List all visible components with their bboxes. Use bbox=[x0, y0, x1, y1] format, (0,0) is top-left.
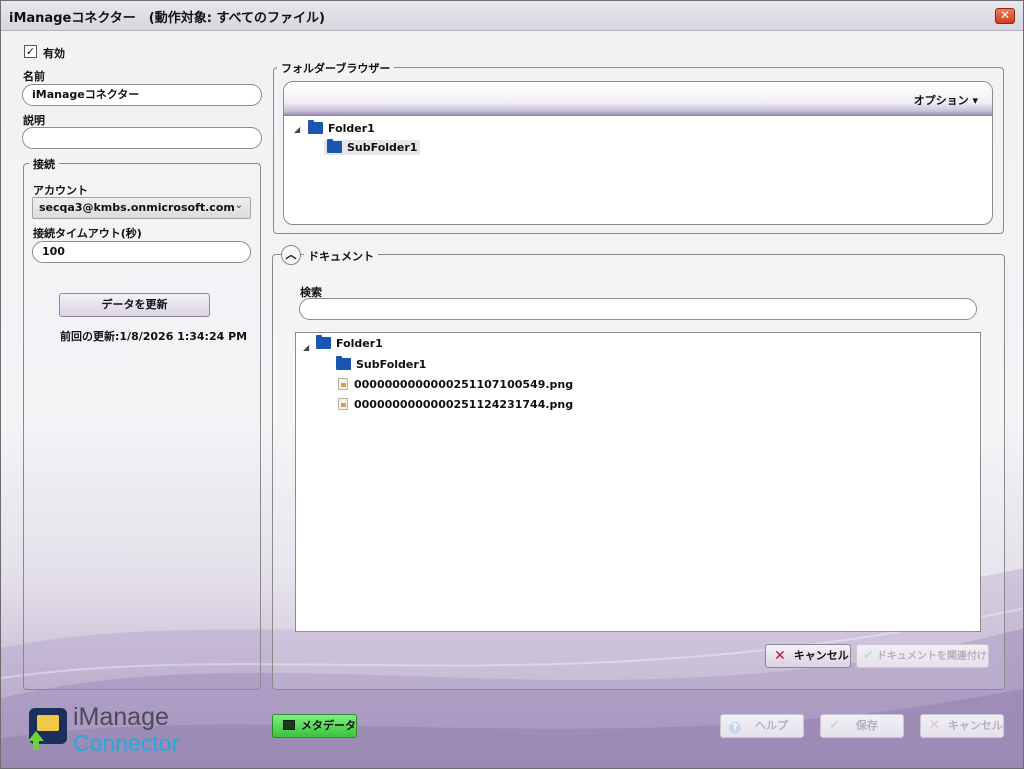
title-bar: iManageコネクター (動作対象: すべてのファイル) ✕ bbox=[1, 1, 1023, 31]
link-document-label: ドキュメントを関連付け bbox=[876, 651, 987, 662]
name-label: 名前 bbox=[23, 70, 45, 83]
connection-group-title: 接続 bbox=[29, 156, 59, 172]
document-tree-panel: ◢ Folder1 SubFolder1 0000000000000251107… bbox=[295, 332, 981, 632]
metadata-icon bbox=[283, 720, 295, 730]
metadata-label: メタデータ bbox=[301, 719, 356, 732]
timeout-input[interactable]: 100 bbox=[32, 241, 251, 263]
metadata-button[interactable]: メタデータ bbox=[272, 714, 357, 738]
window-title: iManageコネクター (動作対象: すべてのファイル) bbox=[9, 11, 325, 26]
document-tree-folder[interactable]: SubFolder1 bbox=[336, 356, 427, 371]
documents-cancel-button[interactable]: ✕ キャンセル bbox=[765, 644, 851, 668]
close-button[interactable]: ✕ bbox=[995, 8, 1015, 24]
link-document-button[interactable]: ✔ ドキュメントを関連付け bbox=[856, 644, 989, 668]
folder-icon bbox=[316, 335, 331, 349]
chevron-down-icon: ⌄ bbox=[234, 200, 243, 211]
enabled-label: 有効 bbox=[43, 47, 65, 60]
folder-label: SubFolder1 bbox=[356, 358, 427, 371]
check-icon: ✔ bbox=[829, 718, 840, 733]
expand-folder1-icon[interactable]: ◢ bbox=[294, 125, 300, 134]
document-tree-file[interactable]: 0000000000000251124231744.png bbox=[338, 398, 573, 411]
search-input[interactable] bbox=[299, 298, 977, 320]
name-input[interactable]: iManageコネクター bbox=[22, 84, 262, 106]
documents-title: ドキュメント bbox=[304, 248, 378, 264]
description-label: 説明 bbox=[23, 114, 45, 127]
folder-tree-item-selected[interactable]: SubFolder1 bbox=[324, 139, 421, 155]
folder-icon bbox=[327, 139, 342, 153]
check-icon: ✔ bbox=[863, 648, 874, 663]
help-label: ヘルプ bbox=[755, 719, 788, 732]
help-button[interactable]: ? ヘルプ bbox=[720, 714, 804, 738]
cancel-x-icon: ✕ bbox=[774, 648, 786, 664]
document-tree-file[interactable]: 0000000000000251107100549.png bbox=[338, 378, 573, 391]
description-input[interactable] bbox=[22, 127, 262, 149]
folder-browser-panel: オプション ▾ ◢ Folder1 SubFolder1 bbox=[283, 81, 993, 225]
folder-browser-toolbar: オプション ▾ bbox=[284, 82, 992, 116]
folder-icon bbox=[308, 120, 323, 134]
documents-cancel-label: キャンセル bbox=[793, 649, 849, 662]
connector-window: iManageコネクター (動作対象: すべてのファイル) ✕ ✓ 有効 名前 … bbox=[0, 0, 1024, 769]
collapse-documents-icon[interactable]: ︿ bbox=[281, 245, 301, 265]
folder-label: SubFolder1 bbox=[347, 141, 418, 154]
folder-browser-title: フォルダーブラウザー bbox=[277, 60, 395, 76]
account-select[interactable]: secqa3@kmbs.onmicrosoft.com ⌄ bbox=[32, 197, 251, 219]
refresh-data-button[interactable]: データを更新 bbox=[59, 293, 210, 317]
folder-label: Folder1 bbox=[336, 337, 383, 350]
logo-text-connector: Connector bbox=[73, 730, 180, 756]
footer-cancel-button[interactable]: ✕ キャンセル bbox=[920, 714, 1004, 738]
expand-folder1-icon[interactable]: ◢ bbox=[303, 343, 309, 352]
document-tree-folder[interactable]: Folder1 bbox=[316, 335, 383, 350]
png-file-icon bbox=[338, 398, 348, 410]
help-icon: ? bbox=[729, 722, 741, 734]
options-menu[interactable]: オプション ▾ bbox=[914, 92, 978, 108]
file-label: 0000000000000251124231744.png bbox=[354, 398, 574, 411]
account-value: secqa3@kmbs.onmicrosoft.com bbox=[39, 201, 235, 214]
enabled-checkbox[interactable]: ✓ bbox=[24, 45, 37, 58]
logo-text-imanage: iManage bbox=[73, 703, 169, 731]
file-label: 0000000000000251107100549.png bbox=[354, 378, 574, 391]
account-label: アカウント bbox=[33, 184, 88, 197]
save-label: 保存 bbox=[855, 719, 878, 732]
folder-icon bbox=[336, 356, 351, 370]
timeout-label: 接続タイムアウト(秒) bbox=[33, 227, 142, 240]
imanage-logo-icon bbox=[28, 707, 68, 751]
last-update-text: 前回の更新:1/8/2026 1:34:24 PM bbox=[60, 330, 248, 343]
png-file-icon bbox=[338, 378, 348, 390]
folder-label: Folder1 bbox=[328, 122, 375, 135]
cancel-x-icon: ✕ bbox=[929, 718, 940, 733]
save-button[interactable]: ✔ 保存 bbox=[820, 714, 904, 738]
folder-tree-item[interactable]: Folder1 bbox=[308, 120, 375, 135]
footer-cancel-label: キャンセル bbox=[947, 719, 1003, 732]
